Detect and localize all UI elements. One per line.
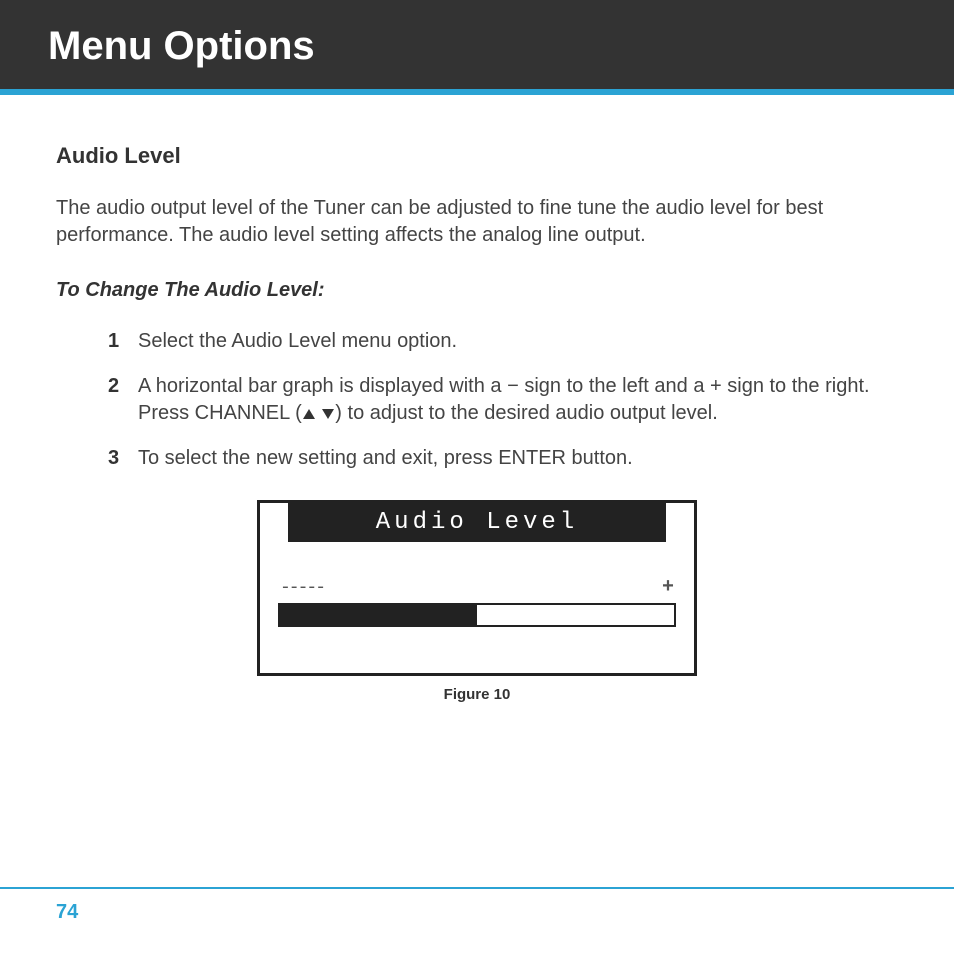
page-number: 74 [56,901,78,923]
step-text: To select the new setting and exit, pres… [138,445,898,472]
arrow-down-icon [322,409,334,419]
figure-caption: Figure 10 [56,686,898,703]
header-bar: Menu Options [0,0,954,95]
content-area: Audio Level The audio output level of th… [0,95,954,723]
step-number: 1 [108,328,138,355]
step-2: 2 A horizontal bar graph is displayed wi… [108,373,898,427]
level-bar-fill [280,605,477,625]
arrow-up-icon [303,409,315,419]
level-bar-track [278,603,676,627]
steps-list: 1 Select the Audio Level menu option. 2 … [56,328,898,472]
step-number: 3 [108,445,138,472]
minus-icon: ----- [280,578,324,598]
page-footer: 74 [0,887,954,954]
lcd-body: ----- + [260,542,694,673]
section-heading: Audio Level [56,143,898,169]
step-text: Select the Audio Level menu option. [138,328,898,355]
lcd-title-bar: Audio Level [288,503,666,542]
step-text-after: ) to adjust to the desired audio output … [335,402,717,424]
step-3: 3 To select the new setting and exit, pr… [108,445,898,472]
plus-icon: + [662,576,674,599]
step-number: 2 [108,373,138,400]
figure-container: Audio Level ----- + Figure 10 [56,500,898,703]
intro-paragraph: The audio output level of the Tuner can … [56,195,898,249]
lcd-controls: ----- + [278,576,676,599]
step-text: A horizontal bar graph is displayed with… [138,373,898,427]
page-title: Menu Options [48,24,906,69]
step-1: 1 Select the Audio Level menu option. [108,328,898,355]
procedure-subheading: To Change The Audio Level: [56,279,898,302]
lcd-title: Audio Level [376,509,578,536]
lcd-screen: Audio Level ----- + [257,500,697,676]
